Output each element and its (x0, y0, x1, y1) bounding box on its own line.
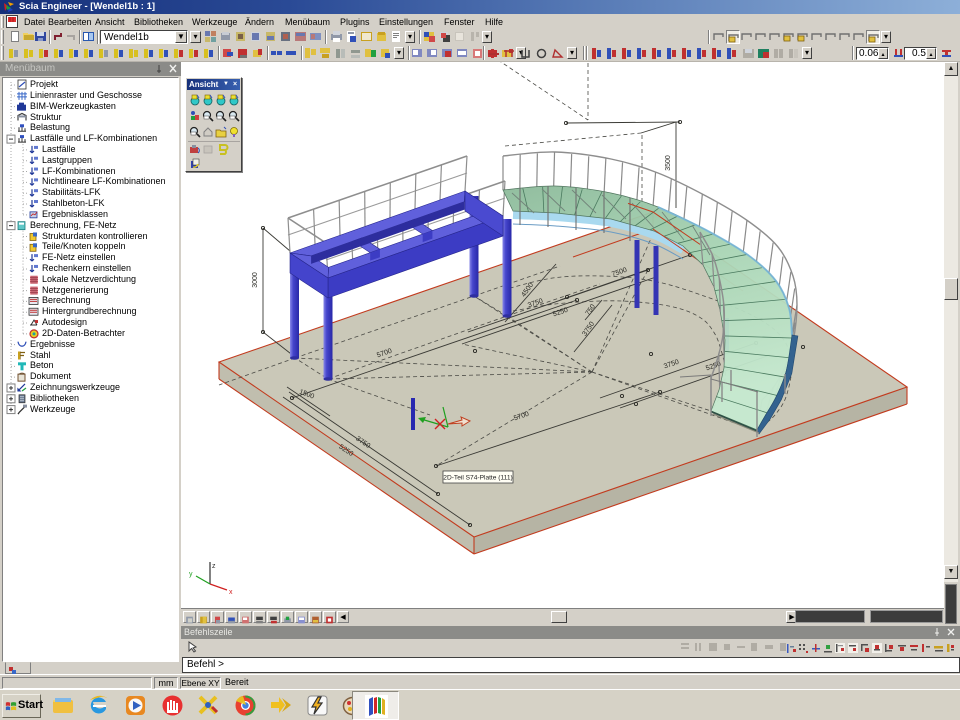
svg-text:3000: 3000 (252, 272, 259, 288)
svg-text:3500: 3500 (665, 155, 672, 171)
svg-text:2D-Teil S74-Platte (111): 2D-Teil S74-Platte (111) (443, 475, 512, 482)
svg-text:y: y (189, 571, 193, 578)
svg-text:z: z (212, 563, 216, 570)
svg-text:x: x (229, 589, 233, 596)
